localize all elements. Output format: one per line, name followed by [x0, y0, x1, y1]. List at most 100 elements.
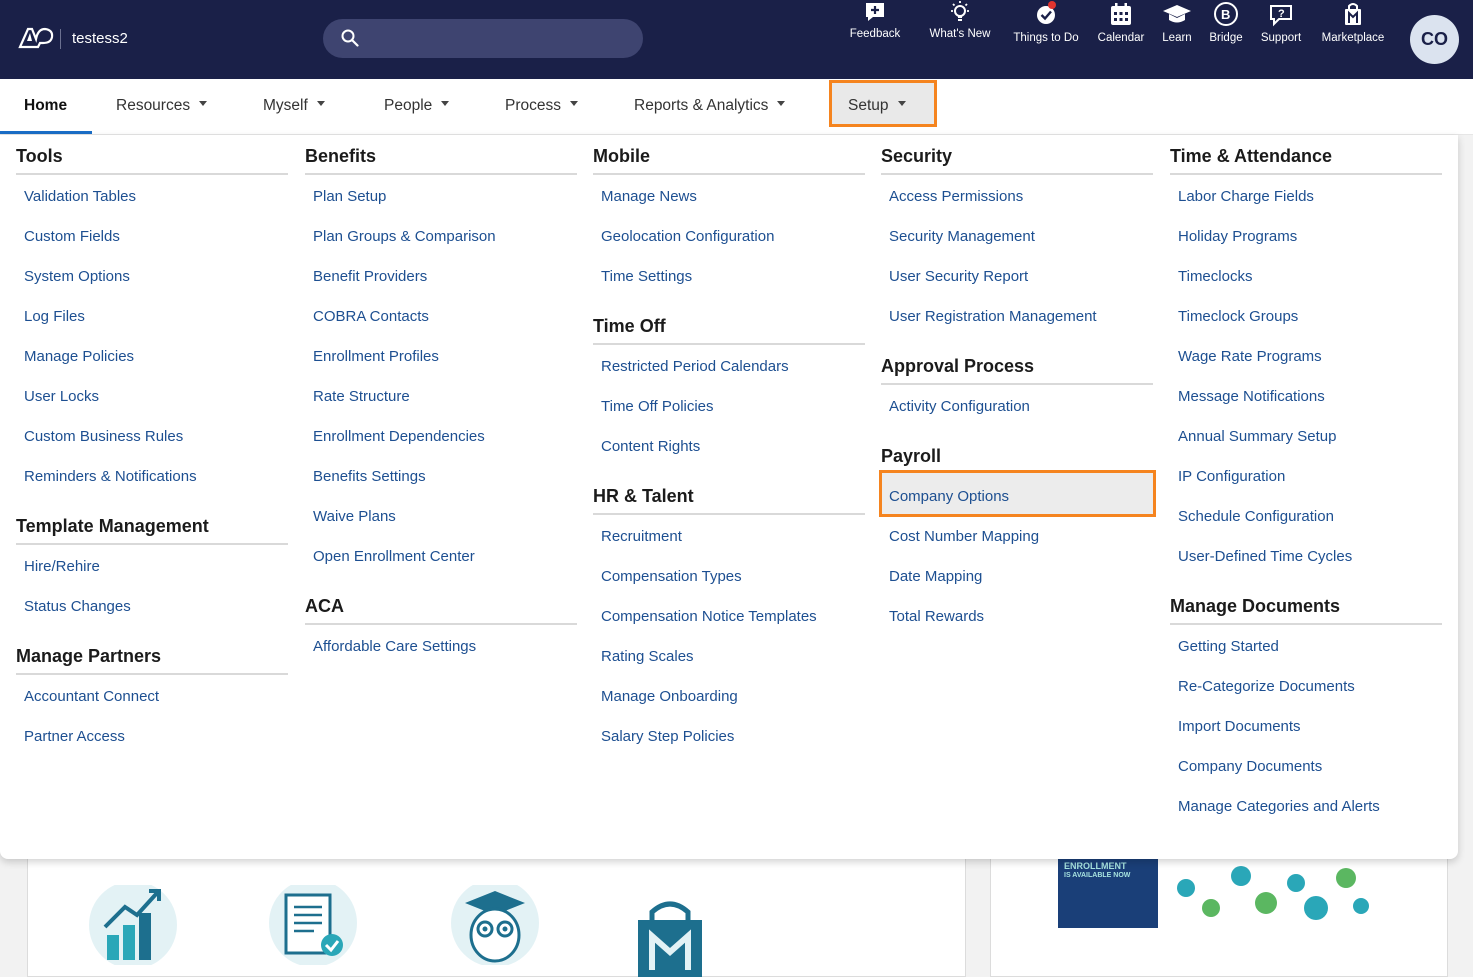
- link-geolocation-configuration[interactable]: Geolocation Configuration: [601, 228, 774, 245]
- link-reminders-notifications[interactable]: Reminders & Notifications: [24, 468, 197, 485]
- link-ip-configuration[interactable]: IP Configuration: [1178, 468, 1285, 485]
- nav-people[interactable]: People: [384, 97, 450, 115]
- link-plan-groups-comparison[interactable]: Plan Groups & Comparison: [313, 228, 496, 245]
- link-enrollment-dependencies[interactable]: Enrollment Dependencies: [313, 428, 485, 445]
- link-company-documents[interactable]: Company Documents: [1178, 758, 1322, 775]
- link-benefits-settings[interactable]: Benefits Settings: [313, 468, 426, 485]
- link-recruitment[interactable]: Recruitment: [601, 528, 682, 545]
- link-import-documents[interactable]: Import Documents: [1178, 718, 1301, 735]
- link-compensation-types[interactable]: Compensation Types: [601, 568, 742, 585]
- link-system-options[interactable]: System Options: [24, 268, 130, 285]
- link-timeclocks[interactable]: Timeclocks: [1178, 268, 1252, 285]
- adp-logo[interactable]: [18, 27, 54, 49]
- policies-icon[interactable]: [268, 885, 368, 965]
- nav-home[interactable]: Home: [24, 97, 67, 115]
- link-timeclock-groups[interactable]: Timeclock Groups: [1178, 308, 1298, 325]
- caret-down-icon: [897, 101, 906, 107]
- banner-subtitle: IS AVAILABLE NOW: [1064, 872, 1131, 879]
- link-compensation-notice-templates[interactable]: Compensation Notice Templates: [601, 608, 817, 625]
- nav-process[interactable]: Process: [505, 97, 578, 115]
- link-schedule-configuration[interactable]: Schedule Configuration: [1178, 508, 1334, 525]
- link-custom-fields[interactable]: Custom Fields: [24, 228, 120, 245]
- feedback-label: Feedback: [849, 28, 901, 40]
- link-manage-news[interactable]: Manage News: [601, 188, 697, 205]
- link-user-defined-time-cycles[interactable]: User-Defined Time Cycles: [1178, 548, 1352, 565]
- link-message-notifications[interactable]: Message Notifications: [1178, 388, 1325, 405]
- link-security-management[interactable]: Security Management: [889, 228, 1035, 245]
- link-cobra-contacts[interactable]: COBRA Contacts: [313, 308, 429, 325]
- learning-owl-icon[interactable]: [440, 885, 550, 965]
- link-annual-summary-setup[interactable]: Annual Summary Setup: [1178, 428, 1336, 445]
- learn-button[interactable]: Learn: [1158, 0, 1196, 44]
- section-tools: Tools: [16, 146, 288, 175]
- things-to-do-label: Things to Do: [1013, 32, 1079, 44]
- calendar-button[interactable]: Calendar: [1094, 0, 1148, 44]
- link-user-locks[interactable]: User Locks: [24, 388, 99, 405]
- link-getting-started[interactable]: Getting Started: [1178, 638, 1279, 655]
- link-status-changes[interactable]: Status Changes: [24, 598, 131, 615]
- link-manage-policies[interactable]: Manage Policies: [24, 348, 134, 365]
- marketplace-bag-icon: [1345, 3, 1361, 25]
- link-waive-plans[interactable]: Waive Plans: [313, 508, 396, 525]
- search-input[interactable]: [323, 19, 643, 58]
- link-activity-configuration[interactable]: Activity Configuration: [889, 398, 1030, 415]
- link-affordable-care-settings[interactable]: Affordable Care Settings: [313, 638, 476, 655]
- things-to-do-button[interactable]: Things to Do: [1010, 0, 1082, 44]
- link-rating-scales[interactable]: Rating Scales: [601, 648, 694, 665]
- link-company-options[interactable]: Company Options: [889, 488, 1009, 505]
- link-wage-rate-programs[interactable]: Wage Rate Programs: [1178, 348, 1322, 365]
- nav-setup[interactable]: Setup: [848, 97, 906, 115]
- whats-new-button[interactable]: What's New: [924, 0, 996, 40]
- link-enrollment-profiles[interactable]: Enrollment Profiles: [313, 348, 439, 365]
- link-validation-tables[interactable]: Validation Tables: [24, 188, 136, 205]
- section-manage-partners: Manage Partners: [16, 646, 288, 675]
- link-holiday-programs[interactable]: Holiday Programs: [1178, 228, 1297, 245]
- top-header: testess2 Feedback What's New Things to D…: [0, 0, 1473, 79]
- link-labor-charge-fields[interactable]: Labor Charge Fields: [1178, 188, 1314, 205]
- link-accountant-connect[interactable]: Accountant Connect: [24, 688, 159, 705]
- link-partner-access[interactable]: Partner Access: [24, 728, 125, 745]
- nav-resources[interactable]: Resources: [116, 97, 208, 115]
- lightbulb-icon: [951, 1, 969, 21]
- link-manage-categories-alerts[interactable]: Manage Categories and Alerts: [1178, 798, 1380, 815]
- link-total-rewards[interactable]: Total Rewards: [889, 608, 984, 625]
- link-salary-step-policies[interactable]: Salary Step Policies: [601, 728, 734, 745]
- company-name: testess2: [72, 30, 128, 47]
- link-custom-business-rules[interactable]: Custom Business Rules: [24, 428, 183, 445]
- nav-reports-label: Reports & Analytics: [634, 97, 769, 114]
- link-user-registration-management[interactable]: User Registration Management: [889, 308, 1097, 325]
- link-benefit-providers[interactable]: Benefit Providers: [313, 268, 427, 285]
- link-content-rights[interactable]: Content Rights: [601, 438, 700, 455]
- marketplace-label: Marketplace: [1321, 32, 1385, 44]
- link-log-files[interactable]: Log Files: [24, 308, 85, 325]
- link-access-permissions[interactable]: Access Permissions: [889, 188, 1023, 205]
- link-rate-structure[interactable]: Rate Structure: [313, 388, 410, 405]
- link-manage-onboarding[interactable]: Manage Onboarding: [601, 688, 738, 705]
- section-time-off: Time Off: [593, 316, 865, 345]
- link-cost-number-mapping[interactable]: Cost Number Mapping: [889, 528, 1039, 545]
- link-restricted-period-calendars[interactable]: Restricted Period Calendars: [601, 358, 789, 375]
- stock-plan-icon[interactable]: [85, 885, 195, 965]
- link-plan-setup[interactable]: Plan Setup: [313, 188, 386, 205]
- link-hire-rehire[interactable]: Hire/Rehire: [24, 558, 100, 575]
- link-time-settings[interactable]: Time Settings: [601, 268, 692, 285]
- nav-myself[interactable]: Myself: [263, 97, 325, 115]
- nav-resources-label: Resources: [116, 97, 191, 114]
- link-re-categorize-documents[interactable]: Re-Categorize Documents: [1178, 678, 1355, 695]
- marketplace-bag-icon[interactable]: [630, 900, 710, 977]
- nav-setup-label: Setup: [848, 97, 889, 114]
- bridge-button[interactable]: B Bridge: [1206, 0, 1246, 44]
- link-open-enrollment-center[interactable]: Open Enrollment Center: [313, 548, 475, 565]
- enrollment-banner[interactable]: ENROLLMENT IS AVAILABLE NOW: [1058, 858, 1158, 928]
- link-time-off-policies[interactable]: Time Off Policies: [601, 398, 714, 415]
- section-mobile: Mobile: [593, 146, 865, 175]
- link-user-security-report[interactable]: User Security Report: [889, 268, 1028, 285]
- nav-reports-analytics[interactable]: Reports & Analytics: [634, 97, 786, 115]
- link-date-mapping[interactable]: Date Mapping: [889, 568, 982, 585]
- svg-text:B: B: [1221, 7, 1230, 22]
- user-avatar[interactable]: CO: [1410, 15, 1459, 64]
- bridge-label: Bridge: [1209, 32, 1243, 44]
- marketplace-button[interactable]: Marketplace: [1316, 0, 1390, 44]
- support-button[interactable]: ? Support: [1256, 0, 1306, 44]
- feedback-button[interactable]: Feedback: [846, 0, 904, 40]
